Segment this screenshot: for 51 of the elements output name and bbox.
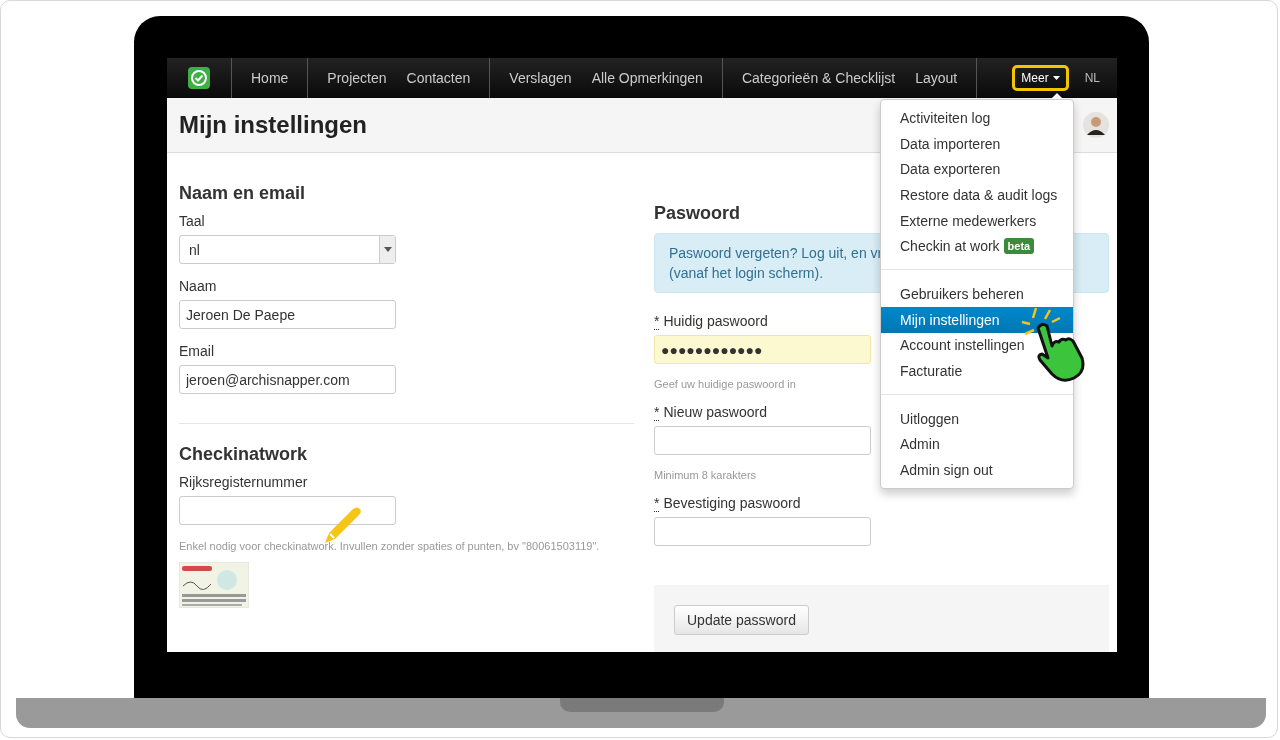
nav-link[interactable]: Home [251,70,289,86]
language-select[interactable]: nl [179,235,396,264]
language-link[interactable]: NL [1072,58,1117,98]
avatar-icon[interactable] [1083,112,1109,138]
menu-item[interactable]: Admin sign out [881,457,997,483]
menu-item[interactable]: Data exporteren [881,156,1005,183]
password-field[interactable]: ●●●●●●●●●●●● [654,335,871,364]
nav-link[interactable]: Verslagen [509,70,572,86]
field-label: * Bevestiging paswoord [654,495,801,511]
menu-item[interactable]: Externe medewerkers [881,207,1041,234]
nav-link[interactable]: Layout [915,70,958,86]
menu-item[interactable]: Restore data & audit logs [881,182,1062,208]
update-password-button[interactable]: Update password [674,605,809,635]
help-text: Enkel nodig voor checkinatwork. Invullen zonder spaties of punten, bv "80061503119". [179,540,600,552]
menu-item[interactable]: Data importeren [881,130,1005,157]
field-label: Rijksregisternummer [179,474,308,490]
logo-icon[interactable] [188,67,210,89]
beta-badge: beta [1003,238,1035,255]
menu-item[interactable]: Account instellingen [881,332,1029,359]
menu-item[interactable]: Mijn instellingen [881,306,1073,333]
text-field[interactable] [179,496,396,525]
nav-link[interactable]: Alle Opmerkingen [591,70,703,86]
field-label: * Nieuw paswoord [654,404,767,420]
field-label: Taal [179,213,205,229]
section-heading: Naam en email [179,183,306,204]
alert-text: (vanaf het login scherm). [669,264,824,283]
text-field[interactable]: jeroen@archisnapper.com [179,365,396,394]
caret-icon [1052,76,1060,80]
section-heading: Paswoord [654,203,741,224]
nav-link[interactable]: Projecten [327,70,387,86]
menu-item-label: Checkin at work [900,238,1000,255]
page-title: Mijn instellingen [179,111,367,139]
menu-item[interactable]: Checkin at work beta [881,233,1039,260]
section-heading: Checkinatwork [179,444,308,465]
help-text: Minimum 8 karakters [654,469,757,481]
caret-icon [383,247,392,252]
field-label: Email [179,343,214,359]
menu-item[interactable]: Admin [881,431,944,458]
field-label: Naam [179,278,217,294]
nav-link[interactable]: Contacten [406,70,471,86]
menu-item[interactable]: Facturatie [881,358,967,384]
nav-link[interactable]: Categorieën & Checklijst [741,70,896,86]
more-menu-button[interactable]: Meer [1012,65,1069,91]
password-field[interactable] [654,426,871,455]
menu-item[interactable]: Gebruikers beheren [881,281,1028,307]
text-field[interactable]: Jeroen De Paepe [179,300,396,329]
password-field[interactable] [654,517,871,546]
field-label: * Huidig paswoord [654,313,768,329]
help-text: Geef uw huidige paswoord in [654,378,796,390]
menu-item[interactable]: Uitloggen [881,405,964,432]
menu-item[interactable]: Activiteiten log [881,105,995,131]
